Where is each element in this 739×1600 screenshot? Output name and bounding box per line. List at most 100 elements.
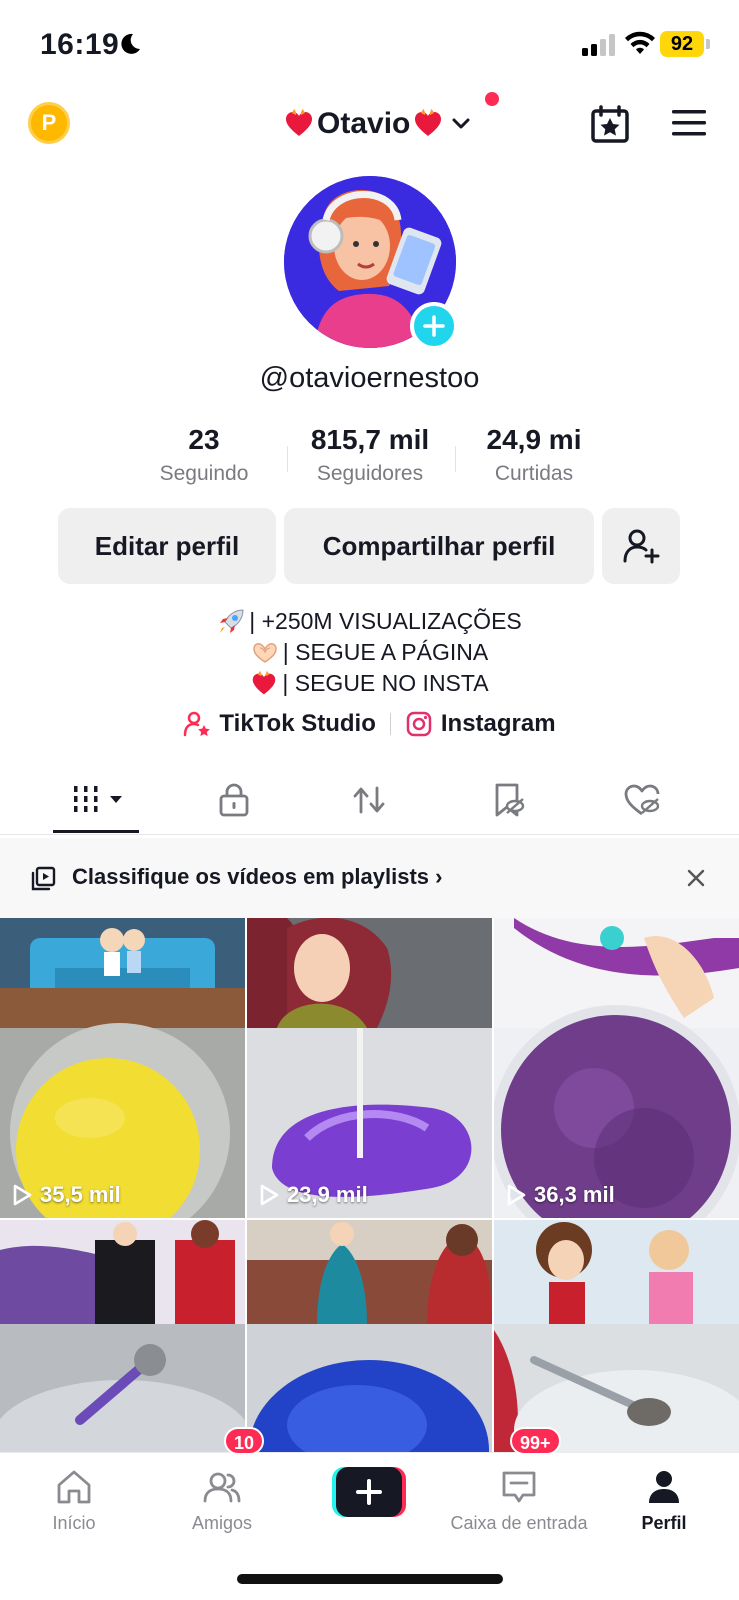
tab-private[interactable] (212, 780, 256, 820)
video-thumbnail[interactable] (247, 1220, 492, 1454)
chevron-right-icon: › (435, 864, 443, 889)
nav-friends-label: Amigos (191, 1513, 253, 1533)
battery-indicator: 92 (660, 31, 704, 57)
nav-inbox[interactable]: Caixa de entrada (444, 1467, 594, 1534)
grid-icon (74, 786, 122, 812)
thumbnail-image (247, 918, 492, 1218)
coins-button[interactable]: P (28, 102, 70, 144)
profile-stats: 23 Seguindo 815,7 mil Seguidores 24,9 mi… (0, 424, 739, 494)
repost-icon (353, 786, 385, 814)
instagram-link[interactable]: Instagram (405, 710, 556, 738)
battery-tip (706, 39, 710, 49)
tab-liked[interactable] (620, 780, 664, 820)
nav-inbox-label: Caixa de entrada (450, 1513, 588, 1533)
tab-favorites[interactable] (486, 780, 530, 820)
playlist-banner[interactable]: Classifique os vídeos em playlists › (0, 838, 739, 918)
active-tab-indicator (53, 830, 139, 833)
nav-home-label: Início (52, 1513, 96, 1533)
bio-line-text: | SEGUE A PÁGINA (282, 639, 489, 665)
edit-profile-button[interactable]: Editar perfil (58, 508, 276, 584)
view-count: 23,9 mil (259, 1182, 368, 1208)
stat-following-value: 23 (188, 424, 220, 455)
wifi-icon (625, 31, 655, 54)
add-avatar-button[interactable] (410, 302, 458, 350)
inbox-icon (502, 1471, 536, 1503)
tab-reposts[interactable] (347, 780, 391, 820)
stat-likes[interactable]: 24,9 mi Curtidas (468, 424, 600, 486)
stat-followers-label: Seguidores (316, 462, 424, 485)
play-icon (507, 1184, 526, 1206)
signal-icon (582, 34, 615, 56)
bio-line-text: | SEGUE NO INSTA (282, 670, 489, 696)
home-indicator (237, 1574, 503, 1584)
share-profile-button[interactable]: Compartilhar perfil (284, 508, 594, 584)
calendar-star-icon[interactable] (590, 104, 630, 144)
stat-divider (287, 446, 288, 472)
tiktok-studio-link[interactable]: TikTok Studio (183, 710, 376, 738)
flaming-heart-icon (415, 109, 442, 136)
stat-divider (455, 446, 456, 472)
stat-following-label: Seguindo (159, 462, 249, 485)
add-friend-button[interactable] (602, 508, 680, 584)
thumbnail-image (494, 1220, 739, 1454)
video-thumbnail[interactable]: 36,3 mil (494, 918, 739, 1218)
rocket-icon (220, 608, 244, 633)
view-count-text: 36,3 mil (534, 1182, 615, 1207)
video-thumbnail[interactable]: 35,5 mil (0, 918, 245, 1218)
profile-handle: @otavioernestoo (259, 362, 480, 394)
flaming-heart-icon (286, 109, 312, 136)
view-count-text: 35,5 mil (40, 1182, 121, 1207)
profile-links: TikTok Studio Instagram (0, 710, 739, 738)
status-time: 16:19 (40, 28, 120, 61)
chevron-down-icon (452, 118, 470, 129)
header-username: Otavio (317, 107, 411, 140)
heart-hands-icon (253, 642, 277, 663)
stat-following[interactable]: 23 Seguindo (140, 424, 268, 486)
nav-profile-label: Perfil (641, 1513, 687, 1533)
profile-bio: | +250M VISUALIZAÇÕES | SEGUE A PÁGINA |… (0, 606, 739, 699)
thumbnail-image (0, 918, 245, 1218)
heart-hidden-icon (624, 784, 660, 816)
friends-icon (203, 1472, 241, 1503)
play-icon (260, 1184, 279, 1206)
video-thumbnail[interactable] (494, 1220, 739, 1454)
inbox-badge: 99+ (510, 1427, 561, 1455)
instagram-icon (406, 711, 432, 737)
nav-profile[interactable]: Perfil (628, 1467, 700, 1534)
bio-line: | SEGUE A PÁGINA (0, 637, 739, 668)
coin-label: P (41, 110, 57, 135)
thumbnail-image (494, 918, 739, 1218)
account-switcher[interactable]: Otavio (284, 102, 473, 146)
friends-badge: 10 (224, 1427, 265, 1455)
tabs-divider (0, 834, 739, 835)
video-thumbnail[interactable] (0, 1220, 245, 1454)
view-count: 35,5 mil (12, 1182, 121, 1208)
playlist-icon (31, 866, 56, 891)
stat-followers-value: 815,7 mil (310, 424, 430, 455)
flaming-heart-icon (253, 670, 276, 694)
studio-icon (184, 711, 211, 737)
profile-tabs (0, 768, 739, 834)
bio-line-text: | +250M VISUALIZAÇÕES (249, 608, 522, 634)
playlist-banner-text: Classifique os vídeos em playlists › (72, 864, 442, 890)
menu-icon[interactable] (670, 106, 708, 140)
playlist-banner-label: Classifique os vídeos em playlists (72, 864, 430, 889)
video-thumbnail[interactable]: 23,9 mil (247, 918, 492, 1218)
nav-home[interactable]: Início (38, 1467, 110, 1534)
nav-friends[interactable]: Amigos (184, 1467, 260, 1534)
play-icon (13, 1184, 32, 1206)
thumbnail-image (0, 1220, 245, 1454)
create-button[interactable] (332, 1467, 406, 1517)
add-user-icon (623, 529, 660, 564)
lock-icon (219, 783, 249, 817)
plus-icon (423, 315, 445, 337)
bookmark-hidden-icon (495, 783, 525, 817)
view-count: 36,3 mil (506, 1182, 615, 1208)
view-count-text: 23,9 mil (287, 1182, 368, 1207)
status-bar: 16:19 92 (0, 0, 739, 90)
stat-followers[interactable]: 815,7 mil Seguidores (298, 424, 442, 486)
link-separator (389, 713, 391, 735)
close-icon[interactable] (686, 868, 706, 888)
notification-dot (485, 92, 499, 106)
tab-videos[interactable] (66, 780, 130, 820)
